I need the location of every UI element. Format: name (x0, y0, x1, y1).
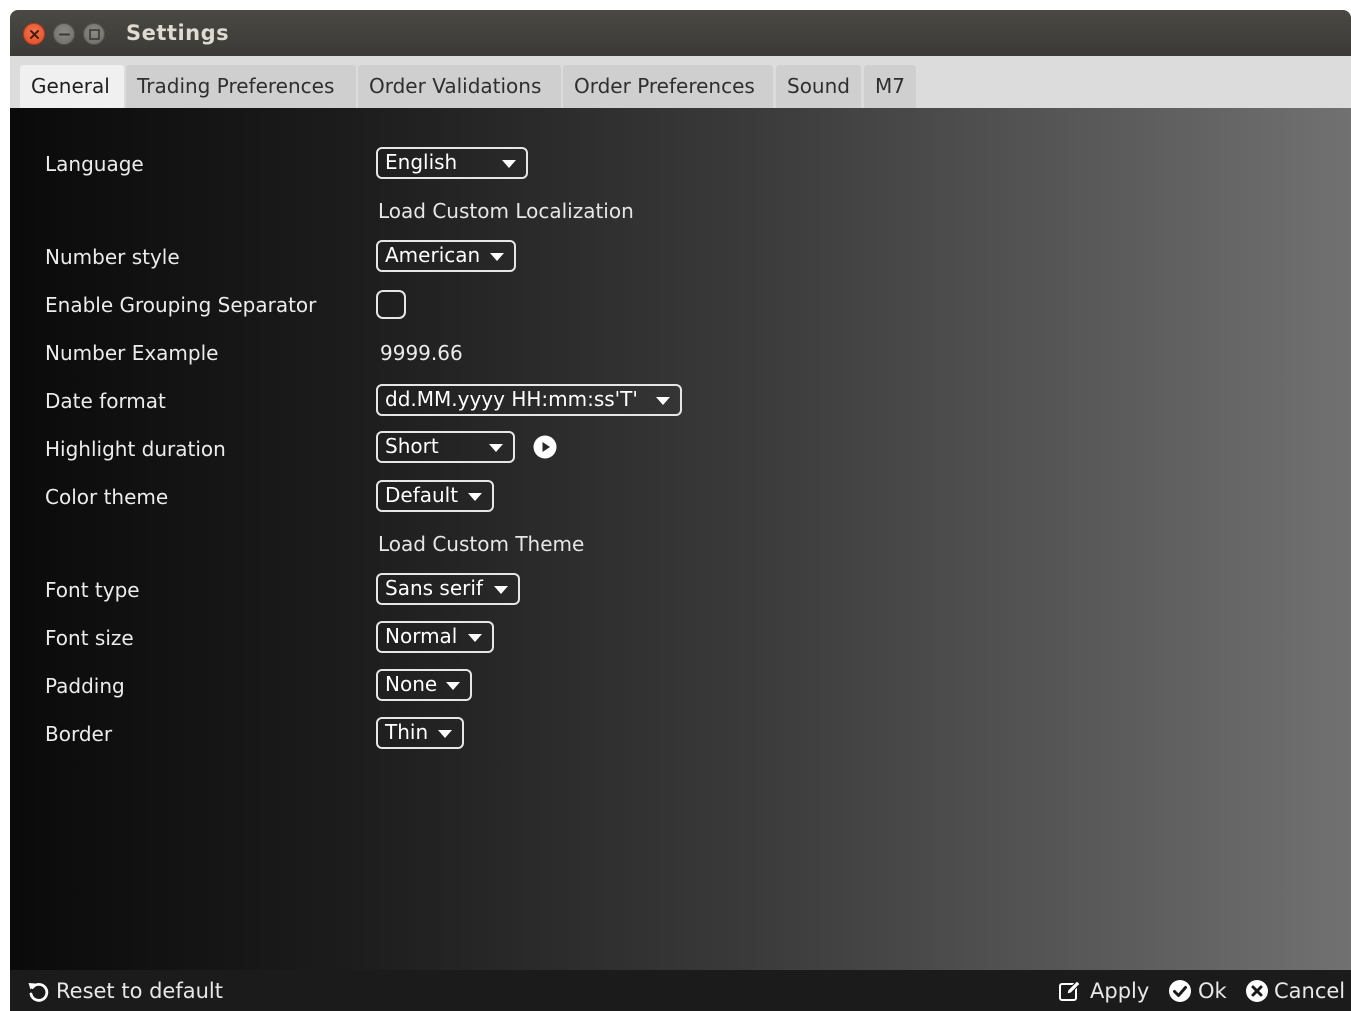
ok-label: Ok (1198, 979, 1227, 1003)
font-size-label: Font size (45, 626, 134, 650)
chevron-down-icon (656, 397, 670, 405)
highlight-duration-label: Highlight duration (45, 437, 226, 461)
window-title: Settings (126, 21, 230, 45)
window-close-button[interactable] (23, 23, 45, 45)
tab-order-preferences[interactable]: Order Preferences (563, 65, 773, 108)
border-label: Border (45, 722, 113, 746)
tab-order-validations[interactable]: Order Validations (358, 65, 561, 108)
reset-to-default-label: Reset to default (56, 979, 223, 1003)
number-style-label: Number style (45, 245, 180, 269)
border-dropdown[interactable]: Thin (376, 717, 464, 749)
tab-bar: General Trading Preferences Order Valida… (10, 56, 1351, 108)
chevron-down-icon (489, 444, 503, 452)
font-type-label: Font type (45, 578, 140, 602)
chevron-down-icon (494, 586, 508, 594)
number-example-label: Number Example (45, 341, 219, 365)
minimize-icon (59, 33, 70, 36)
tab-sound[interactable]: Sound (776, 65, 861, 108)
color-theme-dropdown[interactable]: Default (376, 480, 494, 512)
padding-value: None (385, 672, 438, 696)
number-style-dropdown[interactable]: American (376, 240, 516, 272)
play-circle-icon[interactable] (533, 435, 557, 459)
language-value: English (385, 150, 458, 174)
window-minimize-button[interactable] (53, 23, 75, 45)
window-maximize-button[interactable] (83, 23, 105, 45)
load-custom-localization-link[interactable]: Load Custom Localization (378, 199, 634, 223)
chevron-down-icon (446, 682, 460, 690)
maximize-icon (89, 29, 100, 40)
highlight-duration-value: Short (385, 434, 439, 458)
title-bar[interactable]: Settings (10, 10, 1351, 56)
chevron-down-icon (468, 493, 482, 501)
settings-window: Settings General Trading Preferences Ord… (10, 10, 1351, 1011)
tab-trading-preferences[interactable]: Trading Preferences (126, 65, 356, 108)
grouping-separator-label: Enable Grouping Separator (45, 293, 317, 317)
font-type-dropdown[interactable]: Sans serif (376, 573, 520, 605)
edit-icon (1059, 980, 1081, 1001)
chevron-down-icon (502, 160, 516, 168)
grouping-separator-checkbox[interactable] (376, 290, 406, 319)
ok-button[interactable]: Ok (1168, 976, 1228, 1006)
color-theme-value: Default (385, 483, 459, 507)
chevron-down-icon (490, 253, 504, 261)
tab-m7[interactable]: M7 (864, 65, 916, 108)
undo-icon (28, 983, 49, 1002)
font-type-value: Sans serif (385, 576, 483, 600)
check-circle-icon (1169, 980, 1191, 1002)
number-example-value: 9999.66 (380, 341, 463, 365)
date-format-value: dd.MM.yyyy HH:mm:ss'T' (385, 387, 638, 411)
border-value: Thin (385, 720, 429, 744)
x-circle-icon (1246, 980, 1268, 1002)
apply-label: Apply (1090, 979, 1150, 1003)
chevron-down-icon (468, 634, 482, 642)
dialog-footer: Reset to default Apply Ok Cancel (10, 970, 1351, 1011)
load-custom-theme-link[interactable]: Load Custom Theme (378, 532, 584, 556)
general-settings-panel: Language English Load Custom Localizatio… (10, 108, 1351, 970)
padding-dropdown[interactable]: None (376, 669, 472, 701)
cancel-label: Cancel (1274, 979, 1346, 1003)
padding-label: Padding (45, 674, 125, 698)
font-size-value: Normal (385, 624, 458, 648)
number-style-value: American (385, 243, 481, 267)
chevron-down-icon (438, 730, 452, 738)
font-size-dropdown[interactable]: Normal (376, 621, 494, 653)
tab-general[interactable]: General (20, 65, 124, 108)
language-label: Language (45, 152, 144, 176)
apply-button[interactable]: Apply (1058, 976, 1150, 1006)
close-icon (30, 30, 39, 39)
date-format-label: Date format (45, 389, 166, 413)
date-format-dropdown[interactable]: dd.MM.yyyy HH:mm:ss'T' (376, 384, 682, 416)
cancel-button[interactable]: Cancel (1245, 976, 1345, 1006)
highlight-duration-dropdown[interactable]: Short (376, 431, 515, 463)
reset-to-default-button[interactable]: Reset to default (26, 976, 226, 1006)
language-dropdown[interactable]: English (376, 147, 528, 179)
color-theme-label: Color theme (45, 485, 169, 509)
